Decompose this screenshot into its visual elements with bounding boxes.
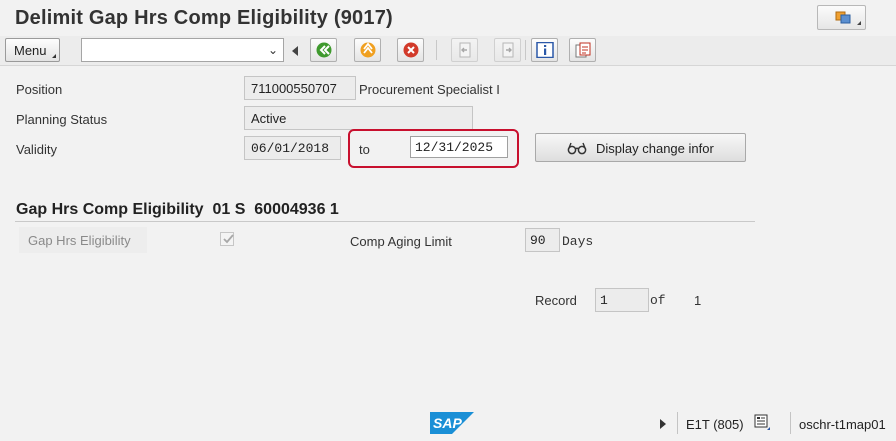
gap-hrs-eligibility-checkbox[interactable] <box>220 232 234 246</box>
chevron-down-icon[interactable]: ⌄ <box>268 43 278 57</box>
exit-icon <box>360 42 376 58</box>
position-name: Procurement Specialist I <box>359 82 500 97</box>
customize-layout-button[interactable] <box>817 5 866 30</box>
to-label: to <box>359 142 370 157</box>
previous-page-icon <box>459 42 471 58</box>
validity-to-input[interactable]: 12/31/2025 <box>410 136 508 158</box>
toolbar: Menu ⌄ <box>0 36 896 66</box>
dropdown-corner-icon <box>857 21 861 25</box>
cancel-icon <box>403 42 419 58</box>
toolbar-separator <box>525 40 526 60</box>
title-bar: Delimit Gap Hrs Comp Eligibility (9017) <box>0 0 896 36</box>
page-title: Delimit Gap Hrs Comp Eligibility (9017) <box>15 7 393 29</box>
statusbar-separator <box>790 412 791 434</box>
command-field[interactable]: ⌄ <box>81 38 284 62</box>
system-info: E1T (805) <box>686 417 744 432</box>
menu-button[interactable]: Menu <box>5 38 60 62</box>
next-page-icon <box>502 42 514 58</box>
record-label: Record <box>535 293 577 308</box>
exit-button[interactable] <box>354 38 381 62</box>
back-icon <box>316 42 332 58</box>
cancel-button[interactable] <box>397 38 424 62</box>
sap-logo-text: SAP <box>433 415 462 431</box>
system-info-dropdown-icon[interactable] <box>754 414 770 430</box>
of-label: of <box>650 293 666 308</box>
list-button[interactable] <box>569 38 596 62</box>
display-change-info-label: Display change infor <box>596 141 714 156</box>
dropdown-corner-icon <box>52 54 56 58</box>
section-title: Gap Hrs Comp Eligibility 01 S 60004936 1 <box>16 201 339 218</box>
gap-hrs-eligibility-label: Gap Hrs Eligibility <box>19 227 147 253</box>
planning-status-label: Planning Status <box>16 112 108 127</box>
checkmark-icon <box>223 234 234 244</box>
validity-label: Validity <box>16 142 57 157</box>
customize-layout-icon <box>835 11 851 24</box>
record-total: 1 <box>694 293 702 308</box>
collapse-arrow-icon[interactable] <box>292 46 298 56</box>
next-record-button[interactable] <box>494 38 521 62</box>
overview-button[interactable] <box>531 38 558 62</box>
server-name: oschr-t1map01 <box>799 417 886 432</box>
position-id-field: 711000550707 <box>244 76 356 100</box>
statusbar-separator <box>677 412 678 434</box>
validity-from-field: 06/01/2018 <box>244 136 341 160</box>
menu-button-label: Menu <box>14 43 47 58</box>
comp-aging-limit-field: 90 <box>525 228 560 252</box>
record-field: 1 <box>595 288 649 312</box>
sap-logo: SAP <box>430 412 474 434</box>
statusbar-expand-icon[interactable] <box>660 419 666 429</box>
glasses-icon <box>567 142 587 155</box>
info-icon <box>536 42 554 58</box>
toolbar-separator <box>436 40 437 60</box>
display-change-info-button[interactable]: Display change infor <box>535 133 746 162</box>
comp-aging-limit-label: Comp Aging Limit <box>350 234 452 249</box>
previous-record-button[interactable] <box>451 38 478 62</box>
comp-aging-unit: Days <box>562 234 594 249</box>
document-list-icon <box>575 42 591 58</box>
planning-status-field: Active <box>244 106 473 130</box>
back-button[interactable] <box>310 38 337 62</box>
position-label: Position <box>16 82 63 97</box>
section-divider <box>15 221 755 222</box>
